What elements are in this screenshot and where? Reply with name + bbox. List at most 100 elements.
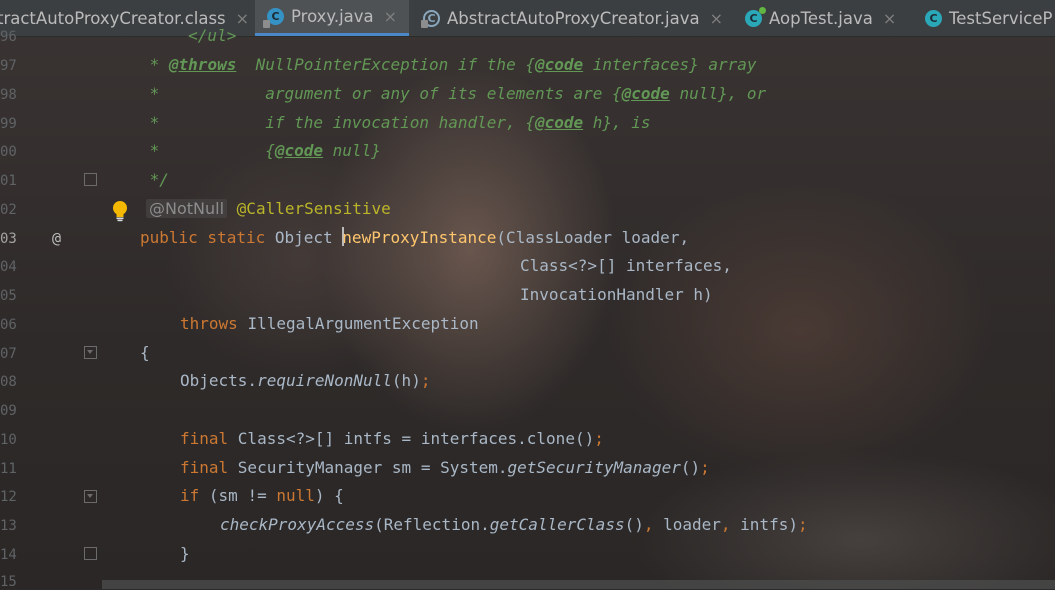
inferred-annotation-hint: @NotNull (146, 199, 228, 218)
comma: , (720, 515, 741, 534)
java-class-icon: C (925, 9, 942, 27)
code-line: } (180, 544, 190, 563)
javadoc-tag: @code (534, 55, 584, 74)
java-class-icon: C (263, 8, 284, 28)
semicolon: ; (700, 458, 710, 477)
fold-start-icon[interactable] (84, 346, 97, 359)
javadoc-tag: @code (274, 141, 324, 160)
code-token: * if the invocation handler, { (140, 113, 535, 132)
lightbulb-icon[interactable] (111, 200, 129, 222)
tab-label: Proxy.java (291, 7, 374, 26)
abstract-class-icon: C (421, 9, 440, 28)
line-number: 09 (0, 403, 17, 419)
horizontal-scrollbar[interactable] (102, 580, 1055, 589)
override-marker-icon[interactable]: @ (52, 229, 61, 247)
line-number: 99 (0, 116, 17, 132)
code-line: Objects.requireNonNull(h); (180, 368, 430, 394)
code-token: SecurityManager sm = System. (237, 458, 508, 477)
javadoc-tag: @code (621, 84, 670, 103)
code-line: checkProxyAccess(Reflection.getCallerCla… (220, 512, 808, 538)
static-method: getSecurityManager (507, 458, 681, 477)
annotation: @CallerSensitive (236, 199, 391, 218)
line-number: 12 (0, 489, 17, 505)
line-number: 01 (0, 173, 17, 189)
semicolon: ; (420, 371, 431, 390)
code-token: () (624, 515, 644, 534)
code-line: if (sm != null) { (180, 483, 344, 509)
code-token: Objects. (180, 371, 258, 390)
code-token: NullPointerException if the { (236, 55, 535, 74)
close-icon[interactable]: × (710, 9, 723, 28)
parameters: (ClassLoader loader, (496, 228, 690, 247)
code-token: h}, is (583, 113, 651, 132)
close-icon[interactable]: × (384, 7, 397, 26)
code-token: (sm != (208, 486, 277, 505)
tab-label: AbstractAutoProxyCreator.java (447, 8, 700, 28)
static-method: requireNonNull (257, 371, 392, 390)
static-method: checkProxyAccess (220, 515, 375, 534)
tab-test-service[interactable]: C TestServiceP (925, 0, 1052, 36)
method-name: newProxyInstance (342, 228, 497, 247)
javadoc-tag: @code (534, 113, 584, 132)
exception-type: IllegalArgumentException (247, 314, 479, 333)
java-class-icon: C (745, 6, 766, 27)
code-line: * @throws NullPointerException if the {@… (140, 52, 757, 78)
code-line: throws IllegalArgumentException (180, 311, 479, 337)
keyword: throws (180, 314, 248, 333)
type-name: Object (274, 228, 343, 247)
fold-end-icon[interactable] (84, 547, 97, 560)
keyword: if (180, 486, 209, 505)
code-token: Class<?>[] intfs = interfaces.clone() (237, 429, 595, 448)
line-number: 04 (0, 259, 17, 275)
code-line: final Class<?>[] intfs = interfaces.clon… (180, 426, 604, 452)
line-number: 14 (0, 547, 17, 563)
code-line: Class<?>[] interfaces, (520, 256, 732, 275)
tab-aop-test-java[interactable]: C AopTest.java × (745, 0, 896, 36)
code-line: * if the invocation handler, {@code h}, … (140, 110, 651, 136)
line-number: 00 (0, 144, 17, 160)
semicolon: ; (594, 429, 604, 448)
code-line: final SecurityManager sm = System.getSec… (180, 455, 710, 481)
code-line: @NotNull @CallerSensitive (146, 196, 391, 222)
code-token: * (140, 55, 169, 74)
javadoc-tag: @throws (168, 55, 237, 74)
fold-end-icon[interactable] (84, 173, 97, 186)
tab-proxy-java[interactable]: C Proxy.java × (255, 0, 410, 36)
code-line: { (140, 343, 150, 362)
keyword: final (180, 429, 238, 448)
code-line-current: public static Object newProxyInstance(Cl… (140, 225, 689, 251)
code-token: null} (323, 141, 381, 160)
line-number: 11 (0, 461, 17, 477)
code-line: * {@code null} (140, 138, 381, 164)
line-number: 98 (0, 87, 17, 103)
line-number: 05 (0, 288, 17, 304)
code-token: ) { (314, 486, 344, 505)
semicolon: ; (797, 515, 808, 534)
tab-label: TestServiceP (949, 8, 1053, 28)
line-number: 08 (0, 374, 17, 390)
code-line: InvocationHandler h) (520, 285, 713, 304)
fold-start-icon[interactable] (84, 490, 97, 503)
code-token: * { (140, 141, 275, 160)
keyword: null (276, 486, 315, 505)
close-icon[interactable]: × (236, 9, 249, 28)
code-token: interfaces} array (583, 55, 757, 74)
line-number: 10 (0, 432, 17, 448)
static-method: getCallerClass (489, 515, 625, 534)
tab-label: AopTest.java (769, 8, 873, 28)
code-line: */ (140, 170, 169, 189)
code-token: null}, or (669, 84, 767, 103)
keyword: public static (140, 228, 275, 247)
code-token: (h) (391, 371, 421, 390)
close-icon[interactable]: × (883, 9, 896, 28)
code-line: * argument or any of its elements are {@… (140, 81, 767, 107)
code-line: </ul> (140, 26, 237, 45)
tab-abstract-auto-proxy-creator-java[interactable]: C AbstractAutoProxyCreator.java × (421, 0, 723, 36)
code-token: () (680, 458, 701, 477)
code-token: intfs) (740, 515, 798, 534)
line-number: 06 (0, 317, 17, 333)
line-number: 02 (0, 202, 17, 218)
keyword: final (180, 458, 238, 477)
line-number: 13 (0, 518, 17, 534)
line-number: 07 (0, 346, 17, 362)
